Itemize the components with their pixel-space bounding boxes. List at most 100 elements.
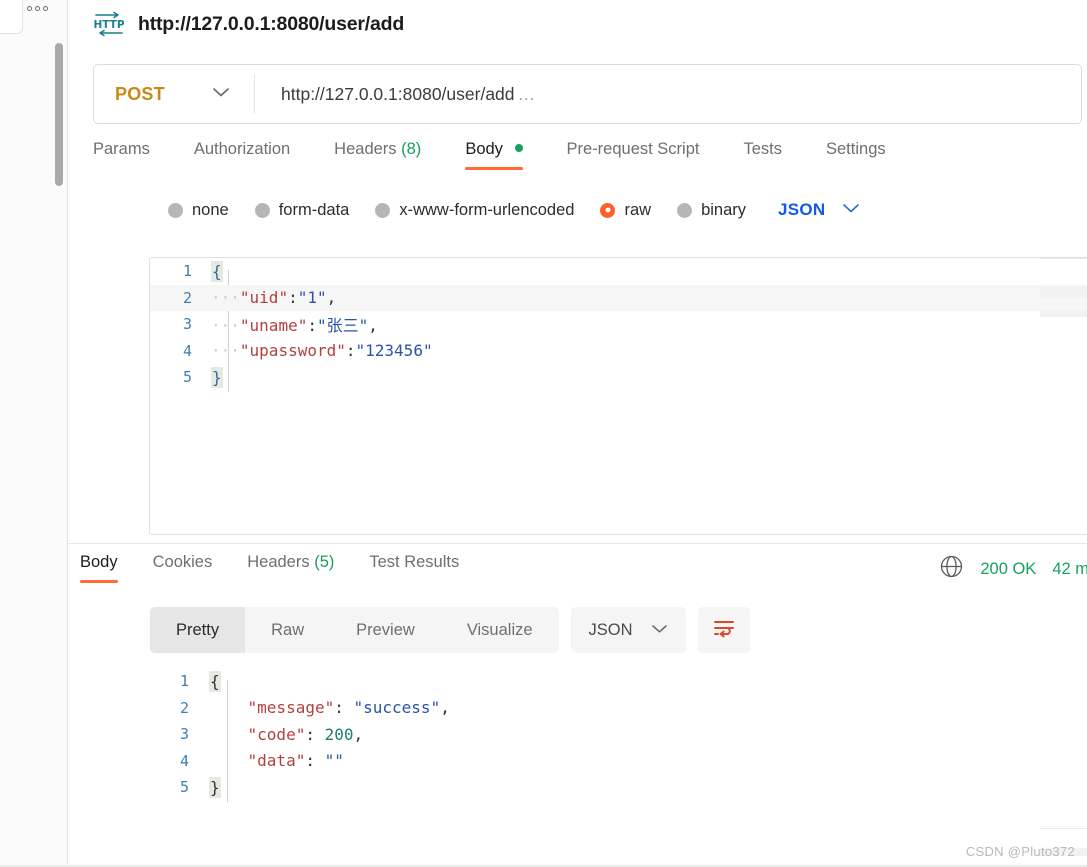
- view-mode-raw[interactable]: Raw: [245, 607, 330, 653]
- tab-body[interactable]: Body: [465, 140, 523, 170]
- json-colon: :: [334, 698, 354, 718]
- http-icon: HTTP: [94, 11, 124, 37]
- body-type-form-data[interactable]: form-data: [254, 201, 349, 220]
- view-mode-visualize[interactable]: Visualize: [441, 607, 559, 653]
- wrap-lines-button[interactable]: [697, 607, 750, 653]
- url-input[interactable]: http://127.0.0.1:8080/user/add…: [255, 65, 1081, 123]
- request-titlebar: HTTP http://127.0.0.1:8080/user/add: [68, 0, 1087, 48]
- tab-label: Headers: [247, 553, 310, 571]
- request-code-area[interactable]: 1 { 2 ···"uid":"1", 3 ···"uname":"张三", 4…: [150, 258, 1087, 534]
- body-type-none[interactable]: none: [168, 201, 229, 220]
- tab-label: Body: [80, 553, 118, 571]
- line-number: 1: [179, 672, 189, 691]
- wrap-lines-icon: [712, 618, 736, 643]
- open-brace: {: [211, 260, 223, 282]
- json-colon: :: [345, 341, 356, 361]
- response-code-area[interactable]: 1 { 2 "message": "success", 3 "code": 20…: [143, 668, 1087, 828]
- tab-settings[interactable]: Settings: [826, 140, 886, 170]
- editor-edge-strip: [1040, 310, 1087, 317]
- radio-label: binary: [701, 200, 747, 219]
- watermark: CSDN @Pluto372: [965, 844, 1075, 859]
- line-number: 2: [182, 288, 192, 307]
- line-number: 5: [182, 368, 192, 387]
- body-modified-dot-icon: [514, 144, 523, 152]
- json-value: 200: [324, 724, 354, 744]
- response-time-label: 42 m: [1052, 559, 1087, 578]
- request-body-editor[interactable]: 1 { 2 ···"uid":"1", 3 ···"uname":"张三", 4…: [149, 257, 1087, 535]
- indent-marker: [209, 751, 248, 770]
- three-dots-icon[interactable]: [27, 6, 48, 11]
- tab-label: Tests: [743, 140, 782, 158]
- view-mode-preview[interactable]: Preview: [330, 607, 441, 653]
- response-format-selector[interactable]: JSON: [570, 607, 686, 653]
- json-value: "": [324, 751, 344, 771]
- url-bar: POST http://127.0.0.1:8080/user/add…: [93, 64, 1082, 124]
- indent-marker: ···: [211, 341, 240, 361]
- body-format-label: JSON: [778, 200, 826, 219]
- tab-label: Headers: [334, 140, 397, 158]
- radio-icon: [677, 202, 693, 218]
- tab-pre-request-script[interactable]: Pre-request Script: [567, 140, 700, 170]
- radio-label: raw: [624, 200, 652, 219]
- response-tab-body[interactable]: Body: [80, 553, 118, 583]
- json-key: "data": [247, 751, 306, 771]
- response-tab-test-results[interactable]: Test Results: [369, 553, 459, 583]
- json-colon: :: [305, 751, 325, 771]
- indent-marker: ···: [211, 316, 240, 336]
- code-line: 5 }: [150, 364, 1087, 391]
- tab-label: Pre-request Script: [566, 140, 700, 158]
- body-type-urlencoded[interactable]: x-www-form-urlencoded: [375, 201, 574, 220]
- tab-label: Cookies: [152, 553, 213, 571]
- view-mode-label: Preview: [356, 620, 415, 639]
- response-tab-cookies[interactable]: Cookies: [153, 553, 213, 583]
- view-mode-pretty[interactable]: Pretty: [150, 607, 246, 653]
- body-format-selector[interactable]: JSON: [778, 200, 860, 220]
- line-content: "data": "": [205, 751, 1087, 770]
- json-key: "uname": [239, 316, 308, 336]
- body-type-binary[interactable]: binary: [677, 201, 746, 220]
- radio-label: x-www-form-urlencoded: [399, 200, 575, 219]
- left-sidebar: [0, 0, 68, 867]
- request-tabs: Params Authorization Headers (8) Body Pr…: [93, 140, 1082, 184]
- postman-window: HTTP http://127.0.0.1:8080/user/add POST…: [0, 0, 1087, 867]
- code-line: 4 "data": "": [143, 748, 1087, 775]
- response-body-editor[interactable]: 1 { 2 "message": "success", 3 "code": 20…: [143, 668, 1087, 828]
- globe-icon[interactable]: [939, 554, 964, 584]
- json-key: "upassword": [239, 341, 346, 361]
- sidebar-card: [0, 0, 23, 34]
- json-colon: :: [307, 316, 317, 336]
- json-colon: :: [288, 288, 298, 308]
- json-colon: :: [305, 724, 325, 744]
- headers-count: (5): [314, 553, 335, 571]
- json-key: "code": [247, 724, 306, 744]
- url-text: http://127.0.0.1:8080/user/add: [281, 83, 515, 104]
- sidebar-scrollbar[interactable]: [55, 43, 63, 186]
- tab-authorization[interactable]: Authorization: [194, 140, 290, 170]
- tab-label: Test Results: [369, 553, 460, 571]
- json-comma: ,: [368, 316, 378, 336]
- indent-marker: ···: [211, 288, 240, 308]
- tab-tests[interactable]: Tests: [743, 140, 782, 170]
- body-type-raw[interactable]: raw: [600, 201, 651, 220]
- radio-icon: [168, 202, 183, 218]
- editor-edge-strip: [1040, 828, 1087, 829]
- json-key: "message": [247, 698, 335, 718]
- method-label: POST: [115, 83, 165, 104]
- line-number: 3: [179, 725, 189, 744]
- code-line: 3 ···"uname":"张三",: [150, 311, 1087, 338]
- response-tab-headers[interactable]: Headers (5): [247, 553, 334, 583]
- svg-text:HTTP: HTTP: [94, 19, 124, 31]
- code-line: 5 }: [143, 774, 1087, 801]
- line-content: "code": 200,: [205, 725, 1087, 744]
- method-selector[interactable]: POST: [94, 65, 254, 123]
- page-title: http://127.0.0.1:8080/user/add: [138, 12, 405, 35]
- response-toolbar: Pretty Raw Preview Visualize JSON: [150, 607, 750, 653]
- tab-params[interactable]: Params: [93, 140, 150, 170]
- tab-label: Settings: [826, 140, 886, 158]
- tab-headers[interactable]: Headers (8): [334, 140, 421, 170]
- code-line: 2 ···"uid":"1",: [150, 284, 1087, 311]
- view-mode-label: Raw: [271, 620, 305, 639]
- json-comma: ,: [326, 288, 337, 308]
- line-content: {: [208, 260, 1087, 282]
- json-comma: ,: [440, 698, 450, 718]
